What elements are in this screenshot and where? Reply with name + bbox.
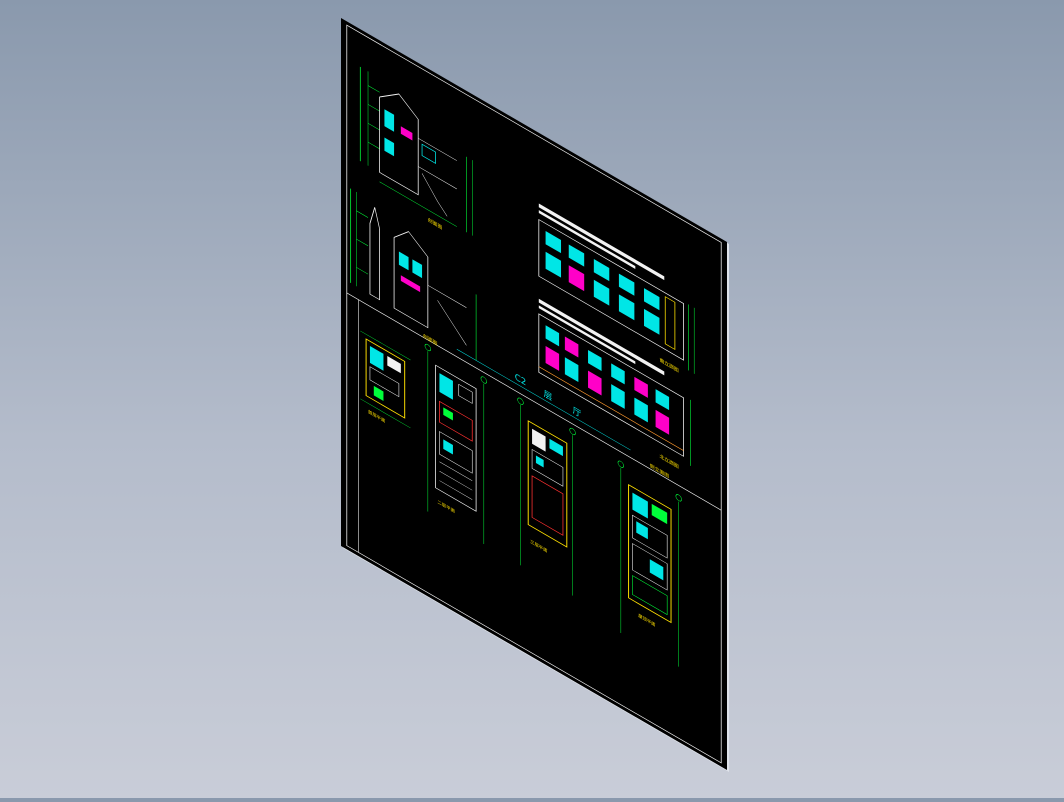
isometric-drawing-sheet: 剖面图 剖面图 南立面图 北立面图 C2 层 厅 侧立面图 首层平面 二层平面 … bbox=[341, 18, 729, 772]
cad-viewport[interactable]: 剖面图 剖面图 南立面图 北立面图 C2 层 厅 侧立面图 首层平面 二层平面 … bbox=[0, 0, 1064, 798]
